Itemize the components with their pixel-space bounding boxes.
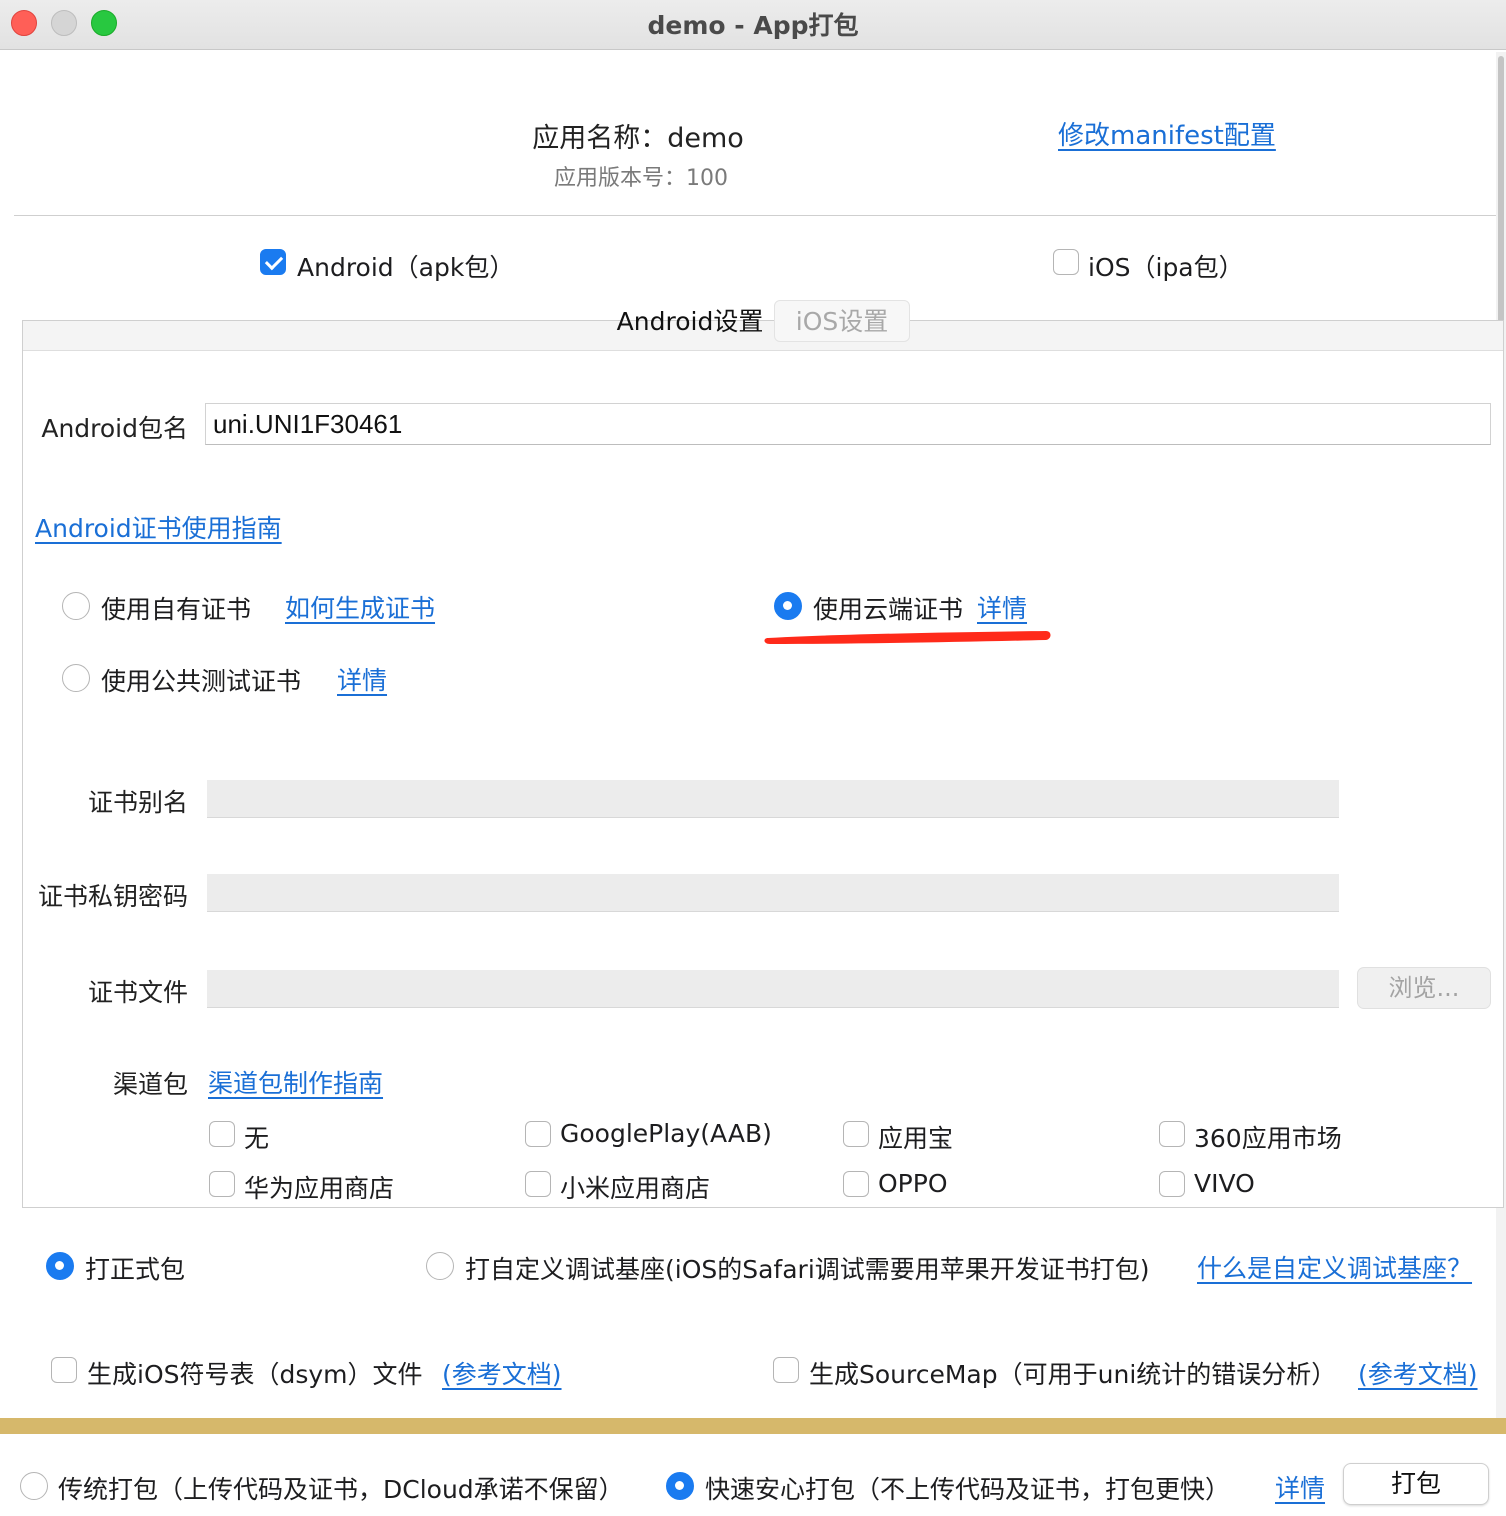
channel-label-vivo: VIVO [1194, 1169, 1255, 1198]
release-build-label: 打正式包 [85, 1255, 186, 1284]
package-name-input[interactable]: uni.UNI1F30461 [205, 403, 1491, 445]
cert-alias-label: 证书别名 [87, 788, 188, 817]
own-cert-radio[interactable] [62, 592, 90, 620]
sourcemap-label: 生成SourceMap（可用于uni统计的错误分析） [809, 1360, 1337, 1389]
window-title: demo - App打包 [647, 11, 859, 40]
dsym-checkbox[interactable] [51, 1357, 77, 1383]
cert-alias-input[interactable] [207, 780, 1339, 818]
sourcemap-docs-link[interactable]: (参考文档) [1358, 1355, 1478, 1391]
custom-base-label: 打自定义调试基座(iOS的Safari调试需要用苹果开发证书打包) [465, 1255, 1150, 1284]
cloud-cert-radio[interactable] [774, 592, 802, 620]
cert-password-label: 证书私钥密码 [37, 882, 188, 911]
red-annotation-underline [764, 631, 1051, 644]
public-test-cert-details-link[interactable]: 详情 [337, 661, 387, 697]
channel-label-huawei: 华为应用商店 [244, 1174, 395, 1203]
traditional-pack-label: 传统打包（上传代码及证书，DCloud承诺不保留） [58, 1475, 624, 1504]
custom-base-radio[interactable] [426, 1252, 454, 1280]
header-divider [14, 215, 1496, 216]
fast-pack-label: 快速安心打包（不上传代码及证书，打包更快） [705, 1475, 1231, 1504]
android-cert-guide-link[interactable]: Android证书使用指南 [35, 509, 282, 545]
channel-checkbox-yingyongbao[interactable] [843, 1121, 869, 1147]
android-platform-label: Android（apk包） [297, 253, 515, 282]
cert-file-input[interactable] [207, 970, 1339, 1008]
channel-package-label: 渠道包 [112, 1070, 188, 1099]
dsym-label: 生成iOS符号表（dsym）文件 [87, 1360, 423, 1389]
browse-button[interactable]: 浏览... [1357, 967, 1491, 1009]
tab-android-settings[interactable]: Android设置 [606, 302, 774, 342]
channel-label-360: 360应用市场 [1194, 1124, 1342, 1153]
fast-pack-details-link[interactable]: 详情 [1275, 1469, 1325, 1505]
channel-label-googleplay: GooglePlay(AAB) [560, 1119, 772, 1148]
ios-platform-checkbox[interactable] [1053, 249, 1079, 275]
channel-label-oppo: OPPO [878, 1169, 948, 1198]
public-test-cert-radio[interactable] [62, 664, 90, 692]
footer-separator-bar [0, 1418, 1506, 1434]
edit-manifest-link[interactable]: 修改manifest配置 [1058, 115, 1276, 152]
fast-pack-radio[interactable] [666, 1472, 694, 1500]
pack-button[interactable]: 打包 [1343, 1463, 1489, 1505]
sourcemap-checkbox[interactable] [773, 1357, 799, 1383]
traditional-pack-radio[interactable] [20, 1472, 48, 1500]
cloud-cert-label: 使用云端证书 [813, 595, 964, 624]
android-platform-checkbox[interactable] [260, 249, 286, 275]
channel-guide-link[interactable]: 渠道包制作指南 [208, 1064, 383, 1100]
tab-ios-settings[interactable]: iOS设置 [774, 300, 910, 342]
release-build-radio[interactable] [46, 1252, 74, 1280]
dsym-docs-link[interactable]: (参考文档) [442, 1355, 562, 1391]
channel-checkbox-googleplay[interactable] [525, 1121, 551, 1147]
channel-label-xiaomi: 小米应用商店 [560, 1174, 711, 1203]
cloud-cert-details-link[interactable]: 详情 [977, 589, 1027, 625]
channel-checkbox-360[interactable] [1159, 1121, 1185, 1147]
what-is-custom-base-link[interactable]: 什么是自定义调试基座？ [1197, 1249, 1472, 1285]
channel-label-yingyongbao: 应用宝 [878, 1124, 954, 1153]
channel-checkbox-oppo[interactable] [843, 1171, 869, 1197]
public-test-cert-label: 使用公共测试证书 [101, 667, 302, 696]
channel-checkbox-xiaomi[interactable] [525, 1171, 551, 1197]
app-version: 应用版本号：100 [554, 166, 728, 191]
channel-label-none: 无 [244, 1124, 270, 1153]
cert-file-label: 证书文件 [87, 978, 188, 1007]
channel-checkbox-none[interactable] [209, 1121, 235, 1147]
own-cert-label: 使用自有证书 [101, 595, 252, 624]
how-to-generate-cert-link[interactable]: 如何生成证书 [285, 589, 435, 625]
cert-password-input[interactable] [207, 874, 1339, 912]
ios-platform-label: iOS（ipa包） [1088, 253, 1244, 282]
package-name-label: Android包名 [41, 414, 188, 443]
channel-checkbox-vivo[interactable] [1159, 1171, 1185, 1197]
channel-checkbox-huawei[interactable] [209, 1171, 235, 1197]
